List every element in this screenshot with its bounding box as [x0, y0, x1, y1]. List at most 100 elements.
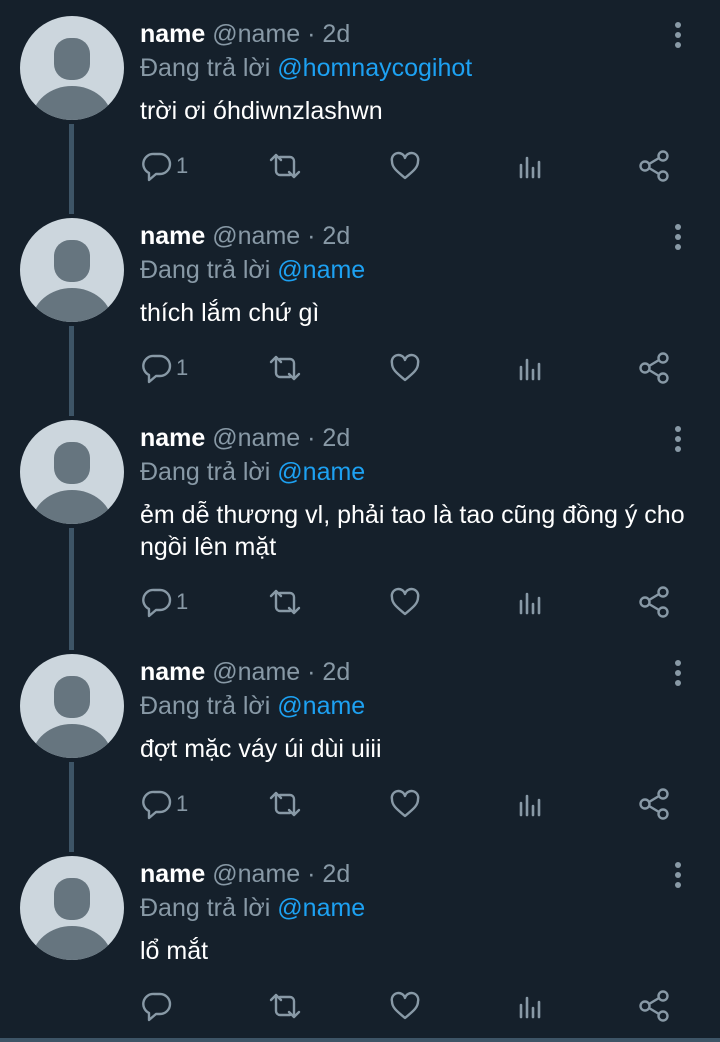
analytics-icon	[516, 787, 546, 821]
replying-to: Đang trả lời @homnaycogihot	[140, 52, 472, 84]
tweet-actions: 1	[140, 582, 680, 622]
more-vertical-icon	[668, 224, 688, 256]
retweet-button[interactable]	[265, 784, 305, 824]
replying-to-label: Đang trả lời	[140, 692, 271, 720]
analytics-button[interactable]	[516, 986, 546, 1026]
analytics-icon	[516, 149, 546, 183]
share-icon	[637, 351, 671, 385]
more-vertical-icon	[668, 22, 688, 54]
timestamp[interactable]: 2d	[322, 658, 350, 686]
reply-button[interactable]: 1	[140, 146, 188, 186]
avatar[interactable]	[20, 654, 124, 758]
share-button[interactable]	[637, 582, 671, 622]
mention-link[interactable]: @homnaycogihot	[277, 54, 472, 82]
retweet-icon	[265, 787, 305, 821]
more-vertical-icon	[668, 862, 688, 894]
display-name[interactable]: name	[140, 20, 205, 48]
like-button[interactable]	[388, 784, 422, 824]
share-button[interactable]	[637, 348, 671, 388]
more-options-button[interactable]	[668, 20, 688, 50]
display-name[interactable]: name	[140, 424, 205, 452]
separator-dot: ·	[307, 658, 316, 686]
thread-connector-line	[69, 762, 74, 852]
retweet-button[interactable]	[265, 986, 305, 1026]
timestamp[interactable]: 2d	[322, 20, 350, 48]
reply-icon	[140, 585, 174, 619]
handle[interactable]: @name	[212, 20, 300, 48]
handle[interactable]: @name	[212, 424, 300, 452]
mention-link[interactable]: @name	[277, 256, 365, 284]
like-button[interactable]	[388, 348, 422, 388]
retweet-button[interactable]	[265, 348, 305, 388]
avatar[interactable]	[20, 16, 124, 120]
share-icon	[637, 585, 671, 619]
reply-button[interactable]: 1	[140, 784, 188, 824]
tweet-actions: 1	[140, 146, 680, 186]
reply-count: 1	[176, 791, 189, 816]
display-name[interactable]: name	[140, 860, 205, 888]
retweet-button[interactable]	[265, 146, 305, 186]
tweet-header: name @name · 2d	[140, 858, 350, 890]
like-icon	[388, 351, 422, 385]
share-button[interactable]	[637, 784, 671, 824]
avatar[interactable]	[20, 218, 124, 322]
tweet-text: đợt mặc váy úi dùi uiii	[140, 735, 382, 763]
analytics-icon	[516, 351, 546, 385]
reply-button[interactable]: 1	[140, 348, 188, 388]
analytics-button[interactable]	[516, 784, 546, 824]
tweet-text: ẻm dễ thương vl, phải tao là tao cũng đồ…	[140, 501, 685, 561]
analytics-button[interactable]	[516, 582, 546, 622]
retweet-button[interactable]	[265, 582, 305, 622]
avatar[interactable]	[20, 420, 124, 524]
more-options-button[interactable]	[668, 658, 688, 688]
like-button[interactable]	[388, 146, 422, 186]
mention-link[interactable]: @name	[277, 458, 365, 486]
reply-button[interactable]	[140, 986, 176, 1026]
avatar[interactable]	[20, 856, 124, 960]
more-options-button[interactable]	[668, 424, 688, 454]
more-options-button[interactable]	[668, 860, 688, 890]
tweet-actions: 1	[140, 348, 680, 388]
share-button[interactable]	[637, 146, 671, 186]
share-button[interactable]	[637, 986, 671, 1026]
tweet-header: name @name · 2d	[140, 18, 350, 50]
more-options-button[interactable]	[668, 222, 688, 252]
like-button[interactable]	[388, 582, 422, 622]
timestamp[interactable]: 2d	[322, 424, 350, 452]
handle[interactable]: @name	[212, 860, 300, 888]
separator-dot: ·	[307, 222, 316, 250]
reply-count: 1	[176, 153, 189, 178]
display-name[interactable]: name	[140, 222, 205, 250]
like-icon	[388, 787, 422, 821]
analytics-button[interactable]	[516, 146, 546, 186]
separator-dot: ·	[307, 424, 316, 452]
thread-connector-line	[69, 326, 74, 416]
tweet-text: thích lắm chứ gì	[140, 299, 320, 327]
thread-connector-line	[69, 528, 74, 650]
handle[interactable]: @name	[212, 658, 300, 686]
like-button[interactable]	[388, 986, 422, 1026]
display-name[interactable]: name	[140, 658, 205, 686]
mention-link[interactable]: @name	[277, 894, 365, 922]
timestamp[interactable]: 2d	[322, 222, 350, 250]
separator-dot: ·	[307, 20, 316, 48]
like-icon	[388, 585, 422, 619]
thread-connector-line	[69, 124, 74, 214]
reply-icon	[140, 351, 174, 385]
retweet-icon	[265, 585, 305, 619]
reply-icon	[140, 787, 174, 821]
reply-thread: name @name · 2d Đang trả lời @homnaycogi…	[0, 0, 720, 1042]
reply-count: 1	[176, 589, 189, 614]
replying-to: Đang trả lời @name	[140, 254, 365, 286]
bottom-divider	[0, 1038, 720, 1042]
retweet-icon	[265, 989, 305, 1023]
reply-button[interactable]: 1	[140, 582, 188, 622]
share-icon	[637, 989, 671, 1023]
like-icon	[388, 989, 422, 1023]
mention-link[interactable]: @name	[277, 692, 365, 720]
analytics-button[interactable]	[516, 348, 546, 388]
timestamp[interactable]: 2d	[322, 860, 350, 888]
handle[interactable]: @name	[212, 222, 300, 250]
analytics-icon	[516, 585, 546, 619]
share-icon	[637, 149, 671, 183]
